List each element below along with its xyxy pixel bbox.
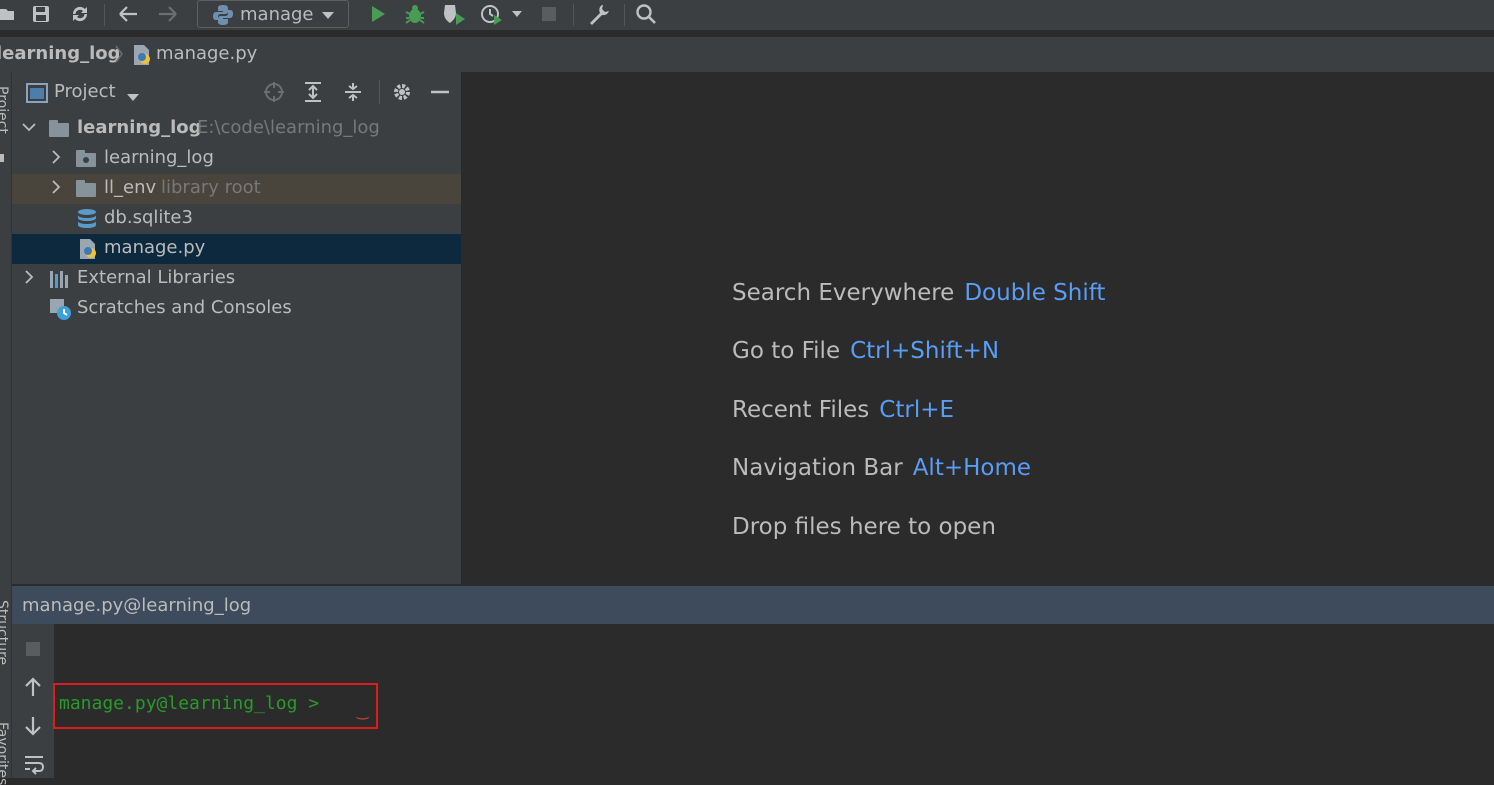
- toolbar-separator: [104, 4, 105, 26]
- wrench-icon[interactable]: [586, 3, 612, 25]
- console-tab-header[interactable]: manage.py@learning_log: [12, 586, 1494, 624]
- highlight-annotation-box: [53, 683, 378, 729]
- chevron-down-icon: [321, 7, 335, 26]
- tree-item-path: E:\code\learning_log: [197, 117, 380, 138]
- project-view-icon: [26, 83, 48, 107]
- chevron-down-icon[interactable]: [22, 118, 36, 140]
- tree-item-label: db.sqlite3: [104, 207, 193, 228]
- hint-text: Search Everywhere: [732, 280, 955, 306]
- stop-icon[interactable]: [538, 3, 560, 25]
- breadcrumb: learning_log manage.py: [0, 36, 1494, 72]
- hint-shortcut: Ctrl+Shift+N: [850, 338, 1000, 364]
- breadcrumb-project[interactable]: learning_log: [0, 43, 121, 64]
- run-configuration-selector[interactable]: manage: [197, 0, 349, 28]
- arrow-down-icon[interactable]: [23, 715, 43, 741]
- tree-item-label: External Libraries: [77, 267, 236, 288]
- hint-text: Navigation Bar: [732, 455, 903, 481]
- python-file-icon: [78, 238, 98, 264]
- project-panel-header: Project: [12, 72, 461, 112]
- package-dot: [83, 157, 89, 163]
- tree-item-label: manage.py: [104, 237, 206, 258]
- python-icon: [212, 4, 234, 30]
- folder-icon: [49, 120, 69, 137]
- chevron-right-icon[interactable]: [49, 148, 63, 170]
- editor-empty-state: Search Everywhere Double Shift Go to File…: [461, 72, 1494, 584]
- arrow-up-icon[interactable]: [23, 676, 43, 702]
- hide-icon[interactable]: [430, 81, 450, 108]
- tree-item-manage-py[interactable]: manage.py: [12, 234, 461, 264]
- chevron-right-icon[interactable]: [49, 178, 63, 200]
- hint-drop-files: Drop files here to open: [732, 514, 996, 540]
- hint-shortcut: Double Shift: [964, 280, 1106, 306]
- database-icon: [76, 208, 98, 234]
- tree-item-external-libraries[interactable]: External Libraries: [12, 264, 461, 294]
- favorites-tool-tab[interactable]: Favorites: [0, 722, 10, 785]
- python-file-icon: [132, 44, 152, 70]
- forward-icon[interactable]: [156, 3, 180, 25]
- tree-item-label: Scratches and Consoles: [77, 297, 292, 318]
- coverage-icon[interactable]: [441, 3, 467, 25]
- hint-navigation-bar: Navigation Bar Alt+Home: [732, 455, 1031, 481]
- stop-icon[interactable]: [25, 641, 41, 661]
- folder-icon: [76, 180, 96, 197]
- soft-wrap-icon[interactable]: [23, 754, 45, 780]
- header-separator: [379, 80, 380, 104]
- tree-item-label: learning_log: [104, 147, 214, 168]
- hint-shortcut: Alt+Home: [912, 455, 1032, 481]
- tree-item-learning-log-package[interactable]: learning_log: [12, 144, 461, 174]
- hint-search-everywhere: Search Everywhere Double Shift: [732, 280, 1105, 306]
- tree-item-root-project[interactable]: learning_log E:\code\learning_log: [12, 114, 461, 144]
- tree-item-ll-env[interactable]: ll_env library root: [12, 174, 461, 204]
- collapse-all-icon[interactable]: [343, 81, 363, 108]
- profile-icon[interactable]: [478, 3, 506, 25]
- sync-icon[interactable]: [68, 3, 92, 25]
- project-tool-tab[interactable]: Project: [0, 86, 10, 134]
- locate-icon[interactable]: [263, 81, 285, 108]
- project-view-selector[interactable]: Project: [54, 81, 116, 102]
- debug-icon[interactable]: [403, 3, 427, 25]
- tree-item-db-sqlite3[interactable]: db.sqlite3: [12, 204, 461, 234]
- project-panel: Project learning_log E:\code\learning_lo…: [12, 72, 461, 584]
- tree-item-hint: library root: [161, 177, 261, 198]
- run-icon[interactable]: [366, 3, 390, 25]
- chevron-down-icon[interactable]: [510, 3, 524, 25]
- hint-text: Go to File: [732, 338, 841, 364]
- run-configuration-label: manage: [240, 4, 314, 25]
- toolbar-separator: [624, 4, 625, 26]
- gear-icon[interactable]: [391, 81, 413, 108]
- toolbar-separator: [573, 4, 574, 26]
- tree-item-scratches-consoles[interactable]: Scratches and Consoles: [12, 294, 461, 324]
- tree-item-label: learning_log: [77, 117, 202, 138]
- chevron-down-icon[interactable]: [126, 88, 140, 107]
- back-icon[interactable]: [116, 3, 140, 25]
- scratches-icon: [49, 298, 73, 326]
- hint-text: Drop files here to open: [732, 514, 996, 540]
- hint-text: Recent Files: [732, 397, 870, 423]
- hint-go-to-file: Go to File Ctrl+Shift+N: [732, 338, 999, 364]
- console-side-toolbar: [12, 624, 54, 778]
- chevron-right-icon[interactable]: [22, 268, 36, 290]
- folder-icon[interactable]: [0, 3, 14, 25]
- tab-marker: [0, 154, 4, 162]
- left-tool-strip: Project Structure Favorites: [0, 72, 12, 785]
- breadcrumb-file[interactable]: manage.py: [156, 43, 257, 64]
- main-toolbar: manage: [0, 0, 1494, 30]
- hint-shortcut: Ctrl+E: [879, 397, 955, 423]
- chevron-right-icon: [114, 44, 124, 68]
- expand-all-icon[interactable]: [303, 81, 323, 108]
- save-icon[interactable]: [30, 3, 52, 25]
- search-icon[interactable]: [633, 3, 659, 25]
- library-icon: [49, 269, 71, 293]
- console-title: manage.py@learning_log: [22, 595, 252, 616]
- tree-item-label: ll_env: [104, 177, 157, 198]
- structure-tool-tab[interactable]: Structure: [0, 600, 10, 665]
- hint-recent-files: Recent Files Ctrl+E: [732, 397, 954, 423]
